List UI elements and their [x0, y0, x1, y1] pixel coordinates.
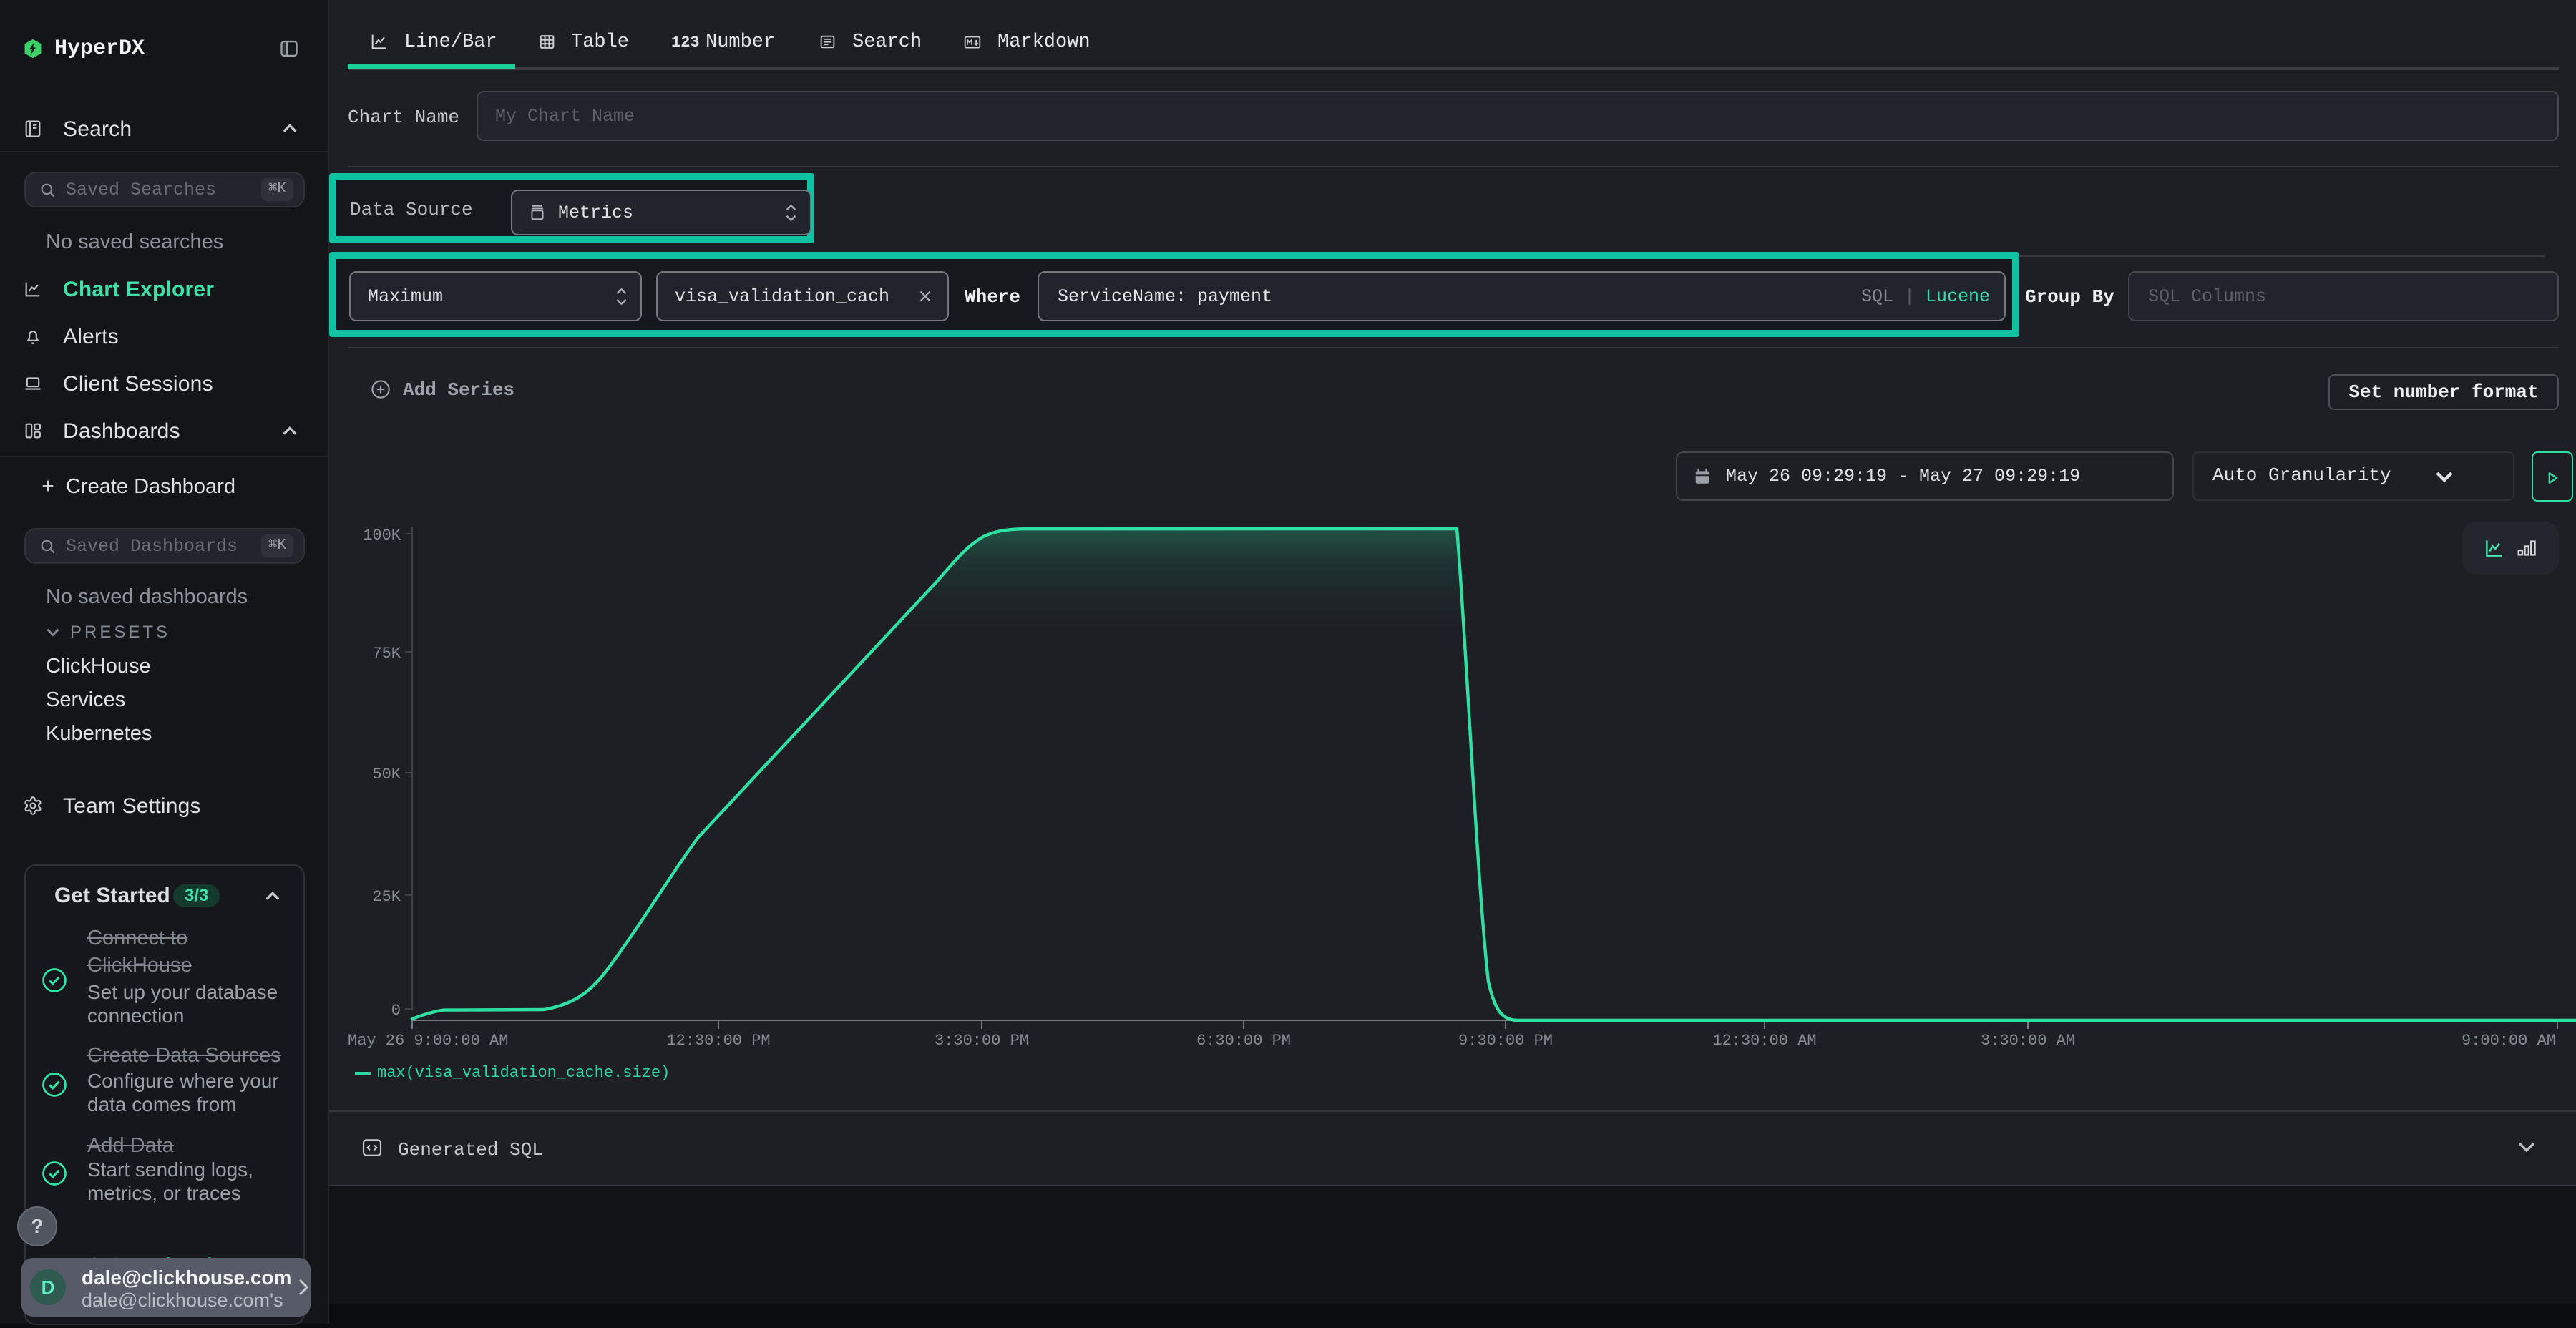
- svg-text:3:30:00 AM: 3:30:00 AM: [1981, 1032, 2075, 1050]
- svg-text:9:00:00 AM: 9:00:00 AM: [2462, 1032, 2556, 1050]
- svg-text:12:30:00 AM: 12:30:00 AM: [1712, 1032, 1816, 1050]
- svg-text:12:30:00 PM: 12:30:00 PM: [666, 1032, 770, 1050]
- svg-text:3:30:00 PM: 3:30:00 PM: [935, 1032, 1029, 1050]
- svg-text:50K: 50K: [372, 766, 401, 783]
- svg-text:0: 0: [391, 1002, 401, 1020]
- svg-text:75K: 75K: [372, 645, 401, 663]
- svg-text:100K: 100K: [363, 527, 401, 545]
- svg-text:9:30:00 PM: 9:30:00 PM: [1458, 1032, 1553, 1050]
- svg-text:6:30:00 PM: 6:30:00 PM: [1196, 1032, 1291, 1050]
- svg-text:25K: 25K: [372, 888, 401, 906]
- svg-text:May 26 9:00:00 AM: May 26 9:00:00 AM: [348, 1032, 508, 1050]
